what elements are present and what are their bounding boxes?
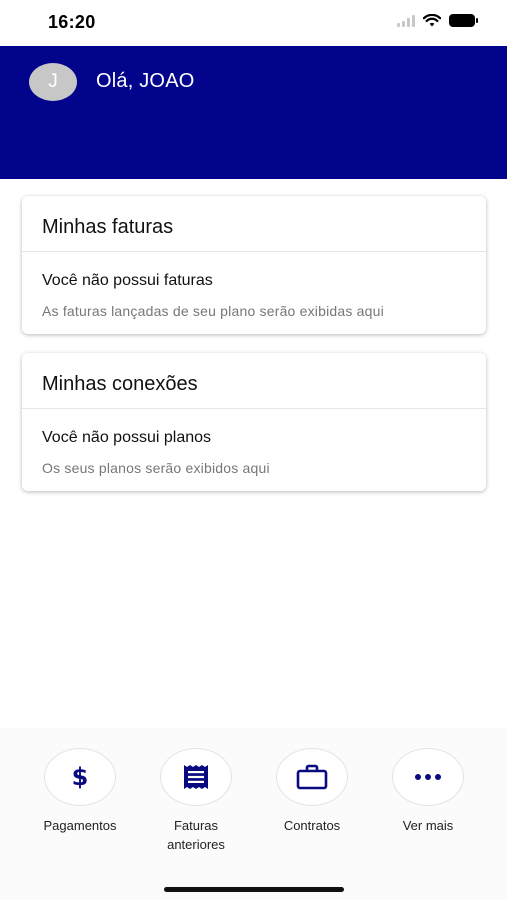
cellular-signal-icon [397, 14, 415, 27]
card-title: Minhas conexões [22, 353, 486, 409]
card-body: Você não possui faturas As faturas lança… [22, 252, 486, 334]
greeting-text: Olá, JOAO [96, 70, 195, 92]
dollar-icon: $ [72, 763, 89, 791]
nav-label: Ver mais [402, 818, 454, 833]
home-screen: 16:20 J Olá, JOAO Minhas faturas Você nã… [0, 0, 507, 900]
nav-button-payments[interactable]: $ [44, 748, 116, 806]
invoices-card[interactable]: Minhas faturas Você não possui faturas A… [22, 196, 486, 334]
home-indicator[interactable] [164, 887, 344, 892]
briefcase-icon [296, 764, 328, 790]
card-title: Minhas faturas [22, 196, 486, 252]
battery-icon [449, 14, 478, 27]
wifi-icon [423, 14, 441, 27]
nav-item-contracts[interactable]: Contratos [254, 748, 370, 835]
receipt-icon [184, 765, 208, 789]
nav-button-contracts[interactable] [276, 748, 348, 806]
nav-item-previous-invoices[interactable]: Faturas anteriores [138, 748, 254, 854]
nav-label: Pagamentos [43, 818, 117, 833]
status-bar: 16:20 [0, 0, 507, 46]
nav-button-previous-invoices[interactable] [160, 748, 232, 806]
svg-text:$: $ [72, 763, 89, 791]
empty-state-title: Você não possui planos [42, 429, 212, 446]
header: J Olá, JOAO [0, 46, 507, 179]
avatar[interactable]: J [29, 63, 77, 101]
empty-state-title: Você não possui faturas [42, 272, 213, 289]
nav-label: Contratos [283, 818, 341, 833]
status-time: 16:20 [48, 12, 96, 32]
nav-label: Faturas anteriores [138, 816, 254, 854]
nav-label-line-1: Faturas [173, 818, 219, 833]
nav-item-more[interactable]: Ver mais [370, 748, 486, 835]
empty-state-subtitle: As faturas lançadas de seu plano serão e… [42, 303, 384, 319]
card-body: Você não possui planos Os seus planos se… [22, 409, 486, 491]
nav-label-line-2: anteriores [167, 837, 225, 852]
bottom-nav: $ Pagamentos Faturas anteriores Contrato… [0, 728, 507, 900]
connections-card[interactable]: Minhas conexões Você não possui planos O… [22, 353, 486, 491]
more-dots-icon [415, 774, 441, 780]
nav-item-payments[interactable]: $ Pagamentos [22, 748, 138, 835]
status-icons [397, 14, 478, 27]
empty-state-subtitle: Os seus planos serão exibidos aqui [42, 460, 270, 476]
nav-button-more[interactable] [392, 748, 464, 806]
